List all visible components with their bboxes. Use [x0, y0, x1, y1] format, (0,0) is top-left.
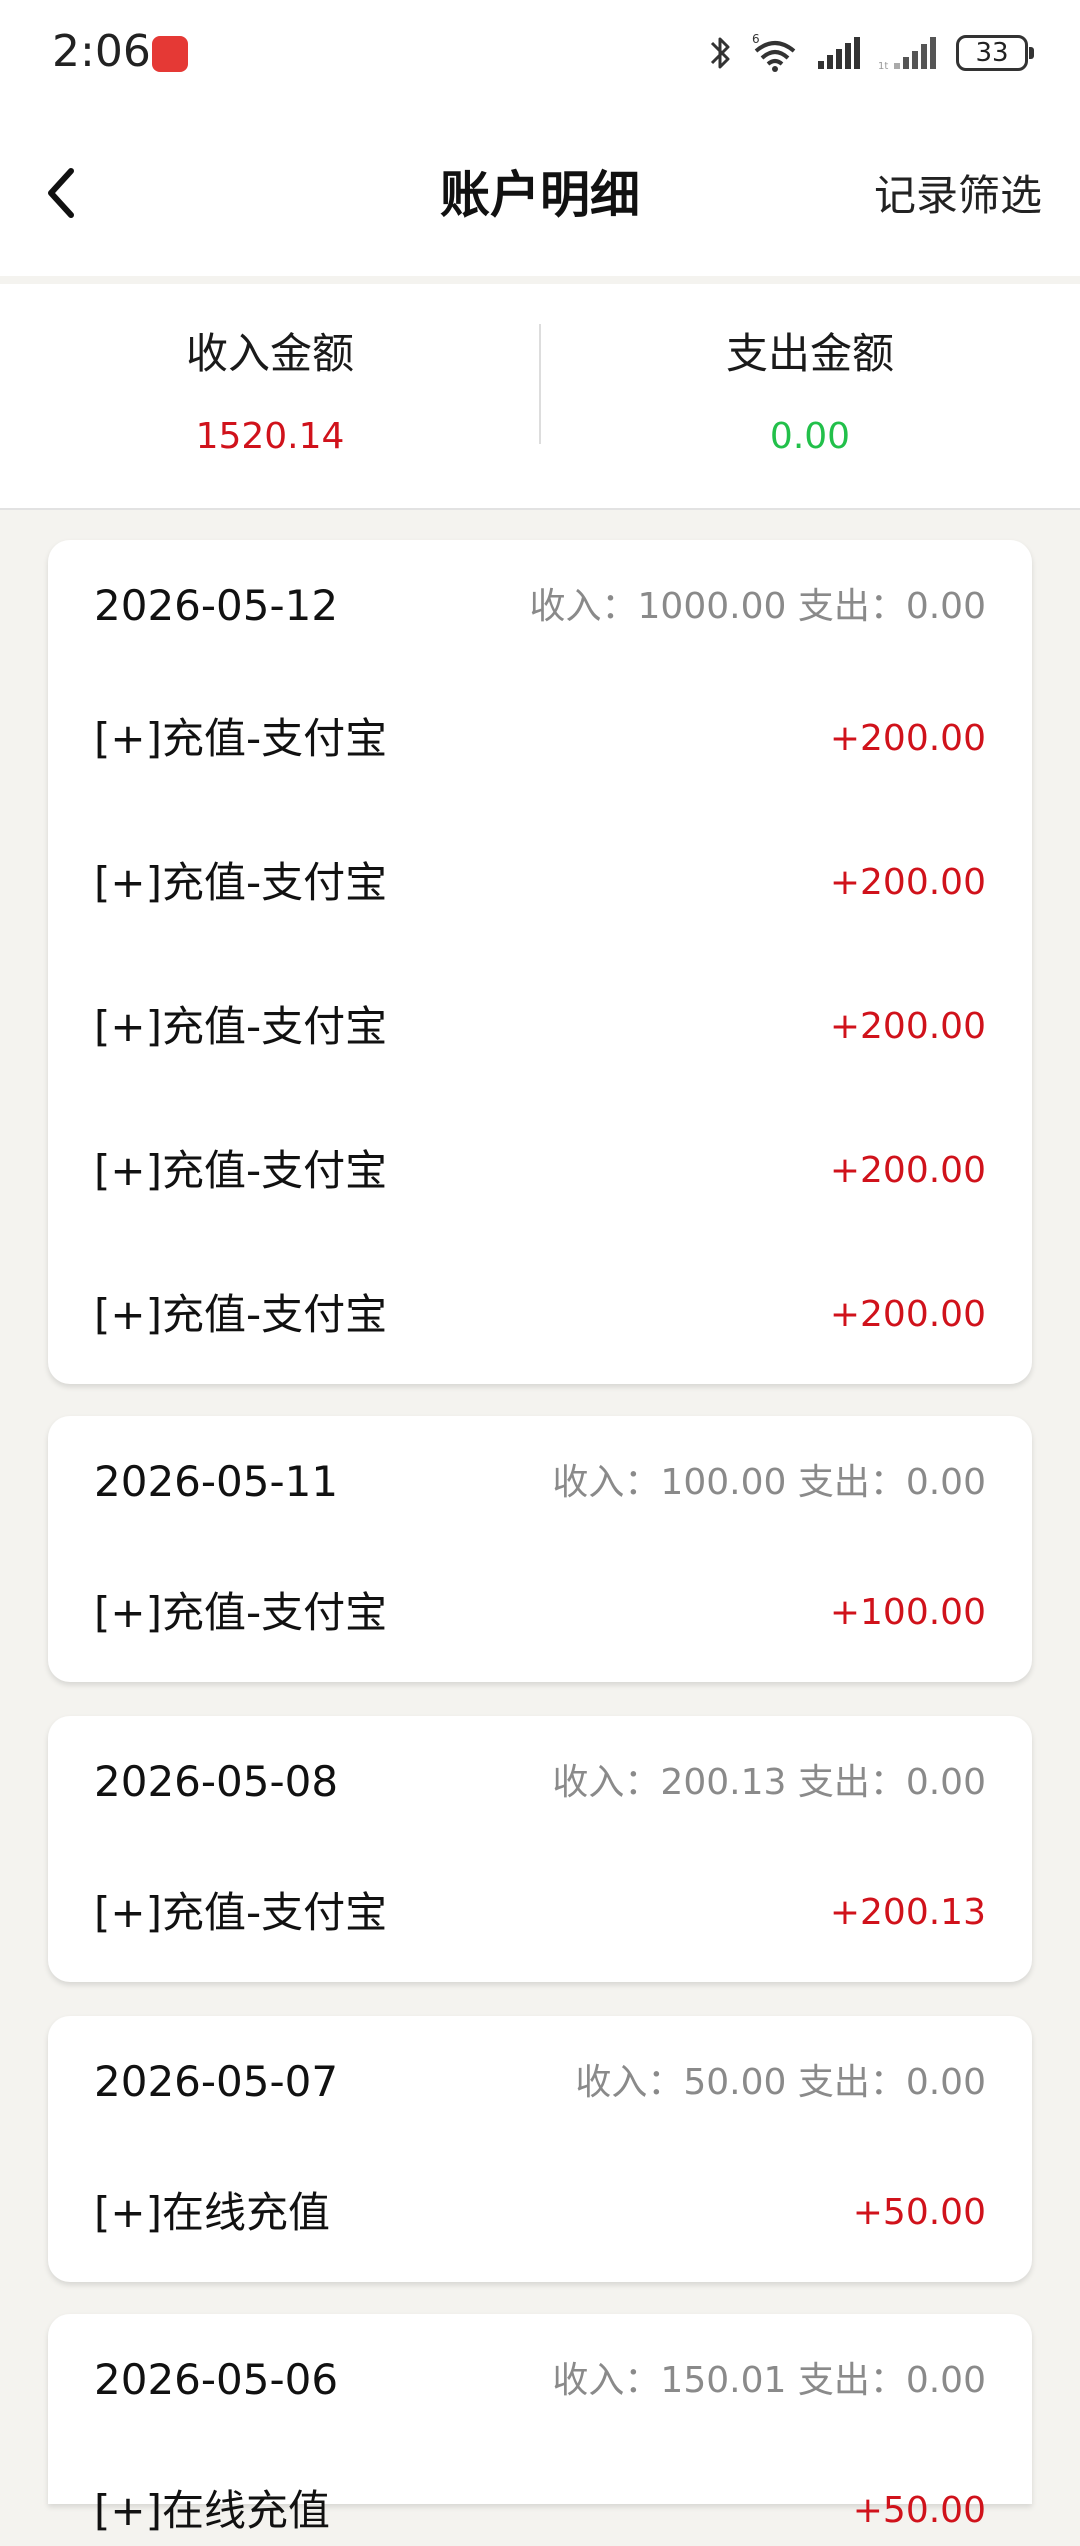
transaction-amount: +200.00	[829, 1150, 986, 1191]
expense-summary: 支出金额 0.00	[540, 284, 1080, 508]
svg-text:1t: 1t	[878, 61, 888, 71]
app-notification-icon	[152, 36, 188, 72]
transaction-label: [+]在线充值	[94, 2188, 330, 2237]
transaction-amount: +50.00	[852, 2192, 986, 2233]
group-date: 2026-05-06	[94, 2355, 339, 2404]
wifi-6-icon: 6	[750, 33, 800, 73]
status-bar: 2:06 6 1t 33	[0, 0, 1080, 110]
transaction-label: [+]充值-支付宝	[94, 1888, 388, 1937]
battery-icon: 33	[956, 35, 1034, 71]
group-date: 2026-05-12	[94, 581, 339, 630]
expense-value: 0.00	[769, 416, 851, 457]
income-value: 1520.14	[195, 416, 345, 457]
transaction-row[interactable]: [+]充值-支付宝 +200.00	[94, 1136, 986, 1206]
group-summary: 收入：50.00 支出：0.00	[575, 2062, 986, 2103]
transaction-row[interactable]: [+]在线充值 +50.00	[94, 2178, 986, 2248]
transaction-label: [+]在线充值	[94, 2486, 330, 2535]
date-group-card: 2026-05-12 收入：1000.00 支出：0.00 [+]充值-支付宝 …	[48, 540, 1032, 1384]
transaction-row[interactable]: [+]在线充值 +50.00	[94, 2476, 986, 2546]
signal-icon	[816, 35, 862, 71]
date-group-card: 2026-05-11 收入：100.00 支出：0.00 [+]充值-支付宝 +…	[48, 1416, 1032, 1682]
date-group-card: 2026-05-07 收入：50.00 支出：0.00 [+]在线充值 +50.…	[48, 2016, 1032, 2282]
transaction-amount: +200.00	[829, 862, 986, 903]
nav-bar: 账户明细 记录筛选	[0, 110, 1080, 276]
status-time: 2:06	[52, 26, 151, 77]
transaction-row[interactable]: [+]充值-支付宝 +200.00	[94, 992, 986, 1062]
group-summary: 收入：100.00 支出：0.00	[552, 1462, 986, 1503]
transaction-row[interactable]: [+]充值-支付宝 +200.00	[94, 1280, 986, 1350]
transaction-label: [+]充值-支付宝	[94, 1002, 388, 1051]
transaction-row[interactable]: [+]充值-支付宝 +200.00	[94, 704, 986, 774]
income-label: 收入金额	[185, 329, 354, 378]
group-summary: 收入：200.13 支出：0.00	[552, 1762, 986, 1803]
svg-text:6: 6	[752, 33, 760, 46]
transaction-row[interactable]: [+]充值-支付宝 +100.00	[94, 1578, 986, 1648]
group-summary: 收入：1000.00 支出：0.00	[529, 586, 986, 627]
transaction-row[interactable]: [+]充值-支付宝 +200.13	[94, 1878, 986, 1948]
transaction-label: [+]充值-支付宝	[94, 1588, 388, 1637]
transaction-amount: +200.00	[829, 1006, 986, 1047]
transaction-amount: +200.13	[829, 1892, 986, 1933]
transaction-label: [+]充值-支付宝	[94, 1290, 388, 1339]
battery-level: 33	[975, 38, 1009, 68]
transaction-amount: +200.00	[829, 718, 986, 759]
status-icons: 6 1t 33	[708, 28, 1034, 78]
filter-records-button[interactable]: 记录筛选	[874, 166, 1042, 226]
income-summary: 收入金额 1520.14	[0, 284, 540, 508]
transaction-amount: +200.00	[829, 1294, 986, 1335]
transaction-amount: +50.00	[852, 2490, 986, 2531]
bluetooth-icon	[708, 33, 734, 73]
group-date: 2026-05-11	[94, 1457, 339, 1506]
transaction-label: [+]充值-支付宝	[94, 714, 388, 763]
expense-label: 支出金额	[725, 329, 894, 378]
transaction-amount: +100.00	[829, 1592, 986, 1633]
date-group-card: 2026-05-08 收入：200.13 支出：0.00 [+]充值-支付宝 +…	[48, 1716, 1032, 1982]
group-summary: 收入：150.01 支出：0.00	[552, 2360, 986, 2401]
transaction-label: [+]充值-支付宝	[94, 858, 388, 907]
date-group-card: 2026-05-06 收入：150.01 支出：0.00 [+]在线充值 +50…	[48, 2314, 1032, 2535]
signal-icon-2: 1t	[878, 35, 940, 71]
transaction-label: [+]充值-支付宝	[94, 1146, 388, 1195]
group-date: 2026-05-08	[94, 1757, 339, 1806]
transaction-row[interactable]: [+]充值-支付宝 +200.00	[94, 848, 986, 918]
group-date: 2026-05-07	[94, 2057, 339, 2106]
account-summary: 收入金额 1520.14 支出金额 0.00	[0, 284, 1080, 510]
